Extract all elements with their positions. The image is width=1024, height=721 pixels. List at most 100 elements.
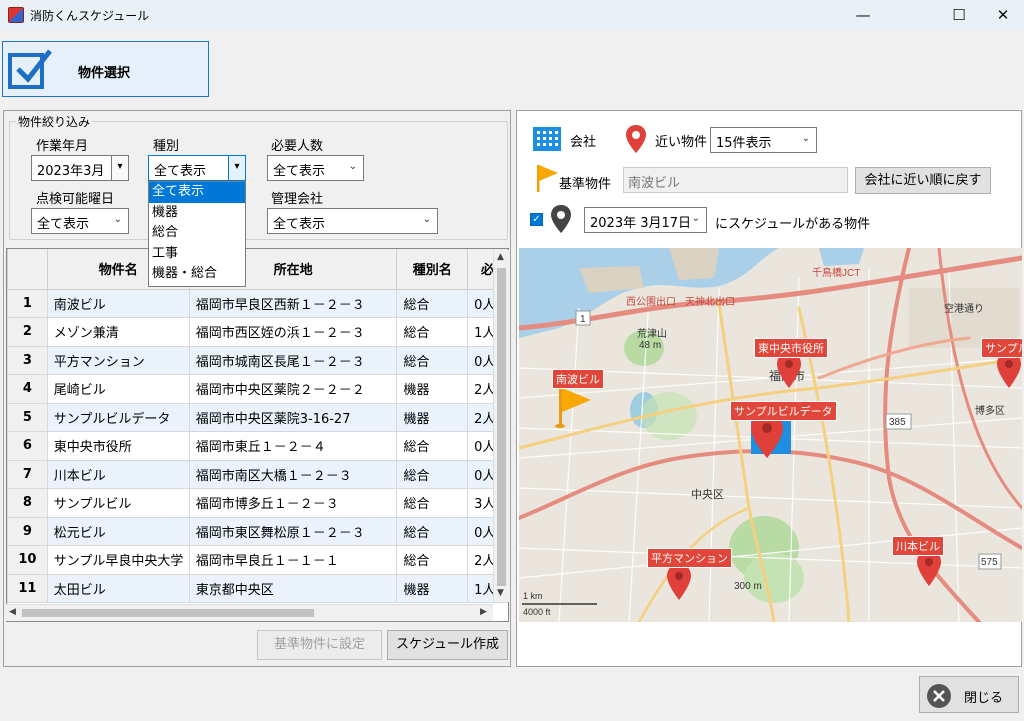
close-window-button[interactable]: ✕ xyxy=(980,0,1024,30)
grid-horizontal-scrollbar[interactable]: ◀ ▶ xyxy=(6,604,493,621)
minimize-button[interactable]: — xyxy=(840,0,886,30)
table-row[interactable]: 3 平方マンション 福岡市城南区長尾１－２－３ 総合 0人 xyxy=(7,345,508,375)
base-property-label: 基準物件 xyxy=(559,177,612,192)
cell-name[interactable]: 平方マンション xyxy=(46,345,190,375)
table-row[interactable]: 7 川本ビル 福岡市南区大橋１－２－３ 総合 0人 xyxy=(7,459,508,489)
scroll-up-icon[interactable]: ▲ xyxy=(497,252,504,262)
inspect-weekday-select[interactable]: 全て表示 ⌄ xyxy=(31,208,129,234)
cell-category[interactable]: 総合 xyxy=(396,516,469,546)
marker-label-sample: サンプル xyxy=(981,338,1022,358)
schedule-checkbox[interactable]: ✓ xyxy=(530,213,543,226)
close-button[interactable]: 閉じる xyxy=(919,676,1019,713)
scroll-thumb[interactable] xyxy=(22,609,314,617)
base-property-field[interactable]: 南波ビル xyxy=(623,167,848,193)
create-schedule-button[interactable]: スケジュール作成 xyxy=(387,630,508,660)
category-option[interactable]: 機器 xyxy=(149,203,245,224)
scroll-right-icon[interactable]: ▶ xyxy=(480,607,487,617)
schedule-date-picker[interactable]: 2023年 3月17日 ⌄ xyxy=(584,207,707,233)
row-number[interactable]: 5 xyxy=(7,402,48,432)
map-pin-hirakata[interactable] xyxy=(667,564,691,600)
row-number[interactable]: 1 xyxy=(7,288,48,318)
table-row[interactable]: 10 サンプル早良中央大学 福岡市早良丘１－１－１ 総合 2人 xyxy=(7,545,508,575)
cell-name[interactable]: 東中央市役所 xyxy=(46,431,190,461)
cell-address[interactable]: 東京都中央区 xyxy=(188,573,398,603)
work-month-value: 2023年3月 xyxy=(37,164,105,179)
category-option[interactable]: 工事 xyxy=(149,244,245,265)
table-row[interactable]: 11 太田ビル 東京都中央区 機器 1人 xyxy=(7,573,508,603)
cell-category[interactable]: 総合 xyxy=(396,488,469,518)
reset-nearest-button[interactable]: 会社に近い順に戻す xyxy=(855,167,991,194)
chevron-down-icon[interactable]: ▾ xyxy=(228,156,245,180)
scroll-thumb[interactable] xyxy=(497,268,506,586)
cell-category[interactable]: 機器 xyxy=(396,402,469,432)
table-row[interactable]: 6 東中央市役所 福岡市東丘１－２－４ 総合 0人 xyxy=(7,431,508,461)
cell-category[interactable]: 機器 xyxy=(396,374,469,404)
cell-name[interactable]: 川本ビル xyxy=(46,459,190,489)
table-row[interactable]: 4 尾崎ビル 福岡市中央区薬院２－２－２ 機器 2人 xyxy=(7,374,508,404)
filter-group-title: 物件絞り込み xyxy=(16,113,93,130)
nearby-count-select[interactable]: 15件表示 ⌄ xyxy=(710,127,817,153)
cell-address[interactable]: 福岡市西区姪の浜１－２－３ xyxy=(188,317,398,347)
chevron-down-icon[interactable]: ▾ xyxy=(111,156,128,180)
cell-address[interactable]: 福岡市早良丘１－１－１ xyxy=(188,545,398,575)
cell-name[interactable]: 南波ビル xyxy=(46,288,190,318)
set-base-property-button[interactable]: 基準物件に設定 xyxy=(257,630,382,660)
chevron-down-icon: ⌄ xyxy=(348,161,357,172)
category-option[interactable]: 全て表示 xyxy=(149,182,245,203)
row-number[interactable]: 3 xyxy=(7,345,48,375)
category-option[interactable]: 総合 xyxy=(149,223,245,244)
cell-name[interactable]: 太田ビル xyxy=(46,573,190,603)
table-row[interactable]: 1 南波ビル 福岡市早良区西新１－２－３ 総合 0人 xyxy=(7,288,508,318)
row-number[interactable]: 11 xyxy=(7,573,48,603)
column-header-category[interactable]: 種別名 xyxy=(396,249,469,290)
property-grid[interactable]: 物件名 所在地 種別名 必 1 南波ビル 福岡市早良区西新１－２－３ 総合 0人… xyxy=(6,248,509,622)
cell-address[interactable]: 福岡市南区大橋１－２－３ xyxy=(188,459,398,489)
grid-vertical-scrollbar[interactable]: ▲ ▼ xyxy=(493,250,509,602)
cell-name[interactable]: サンプルビルデータ xyxy=(46,402,190,432)
cell-address[interactable]: 福岡市東区舞松原１－２－３ xyxy=(188,516,398,546)
cell-name[interactable]: サンプル早良中央大学 xyxy=(46,545,190,575)
cell-name[interactable]: 松元ビル xyxy=(46,516,190,546)
map-view[interactable]: 1 385 575 西公園出口 天神北出口 荒津山 48 m 中央区 福岡市 千… xyxy=(519,248,1022,622)
row-number[interactable]: 4 xyxy=(7,374,48,404)
svg-text:1: 1 xyxy=(580,314,586,325)
cell-category[interactable]: 総合 xyxy=(396,345,469,375)
category-select[interactable]: 全て表示 ▾ xyxy=(148,155,246,181)
cell-category[interactable]: 総合 xyxy=(396,545,469,575)
cell-category[interactable]: 総合 xyxy=(396,459,469,489)
cell-address[interactable]: 福岡市早良区西新１－２－３ xyxy=(188,288,398,318)
scroll-left-icon[interactable]: ◀ xyxy=(9,607,16,617)
cell-category[interactable]: 総合 xyxy=(396,288,469,318)
row-number[interactable]: 9 xyxy=(7,516,48,546)
management-company-select[interactable]: 全て表示 ⌄ xyxy=(267,208,438,234)
property-select-button[interactable]: 物件選択 xyxy=(2,41,209,97)
row-number[interactable]: 8 xyxy=(7,488,48,518)
work-month-picker[interactable]: 2023年3月 ▾ xyxy=(31,155,129,181)
cell-name[interactable]: 尾崎ビル xyxy=(46,374,190,404)
cell-address[interactable]: 福岡市博多丘１－２－３ xyxy=(188,488,398,518)
row-number[interactable]: 7 xyxy=(7,459,48,489)
row-number[interactable]: 10 xyxy=(7,545,48,575)
table-row[interactable]: 2 メゾン兼清 福岡市西区姪の浜１－２－３ 総合 1人 xyxy=(7,317,508,347)
cell-address[interactable]: 福岡市城南区長尾１－２－３ xyxy=(188,345,398,375)
cell-address[interactable]: 福岡市中央区薬院3-16-27 xyxy=(188,402,398,432)
required-people-select[interactable]: 全て表示 ⌄ xyxy=(267,155,364,181)
cell-name[interactable]: メゾン兼清 xyxy=(46,317,190,347)
marker-label-higashi: 東中央市役所 xyxy=(754,338,828,358)
cell-address[interactable]: 福岡市東丘１－２－４ xyxy=(188,431,398,461)
maximize-button[interactable]: ☐ xyxy=(936,0,982,30)
row-number[interactable]: 6 xyxy=(7,431,48,461)
cell-name[interactable]: サンプルビル xyxy=(46,488,190,518)
map-pin-icon xyxy=(551,205,571,233)
row-number[interactable]: 2 xyxy=(7,317,48,347)
cell-category[interactable]: 総合 xyxy=(396,431,469,461)
cell-address[interactable]: 福岡市中央区薬院２－２－２ xyxy=(188,374,398,404)
cell-category[interactable]: 総合 xyxy=(396,317,469,347)
inspect-weekday-value: 全て表示 xyxy=(37,217,90,232)
category-option[interactable]: 機器・総合 xyxy=(149,264,245,285)
cell-category[interactable]: 機器 xyxy=(396,573,469,603)
scroll-down-icon[interactable]: ▼ xyxy=(497,588,504,598)
table-row[interactable]: 9 松元ビル 福岡市東区舞松原１－２－３ 総合 0人 xyxy=(7,516,508,546)
table-row[interactable]: 5 サンプルビルデータ 福岡市中央区薬院3-16-27 機器 2人 xyxy=(7,402,508,432)
table-row[interactable]: 8 サンプルビル 福岡市博多丘１－２－３ 総合 3人 xyxy=(7,488,508,518)
